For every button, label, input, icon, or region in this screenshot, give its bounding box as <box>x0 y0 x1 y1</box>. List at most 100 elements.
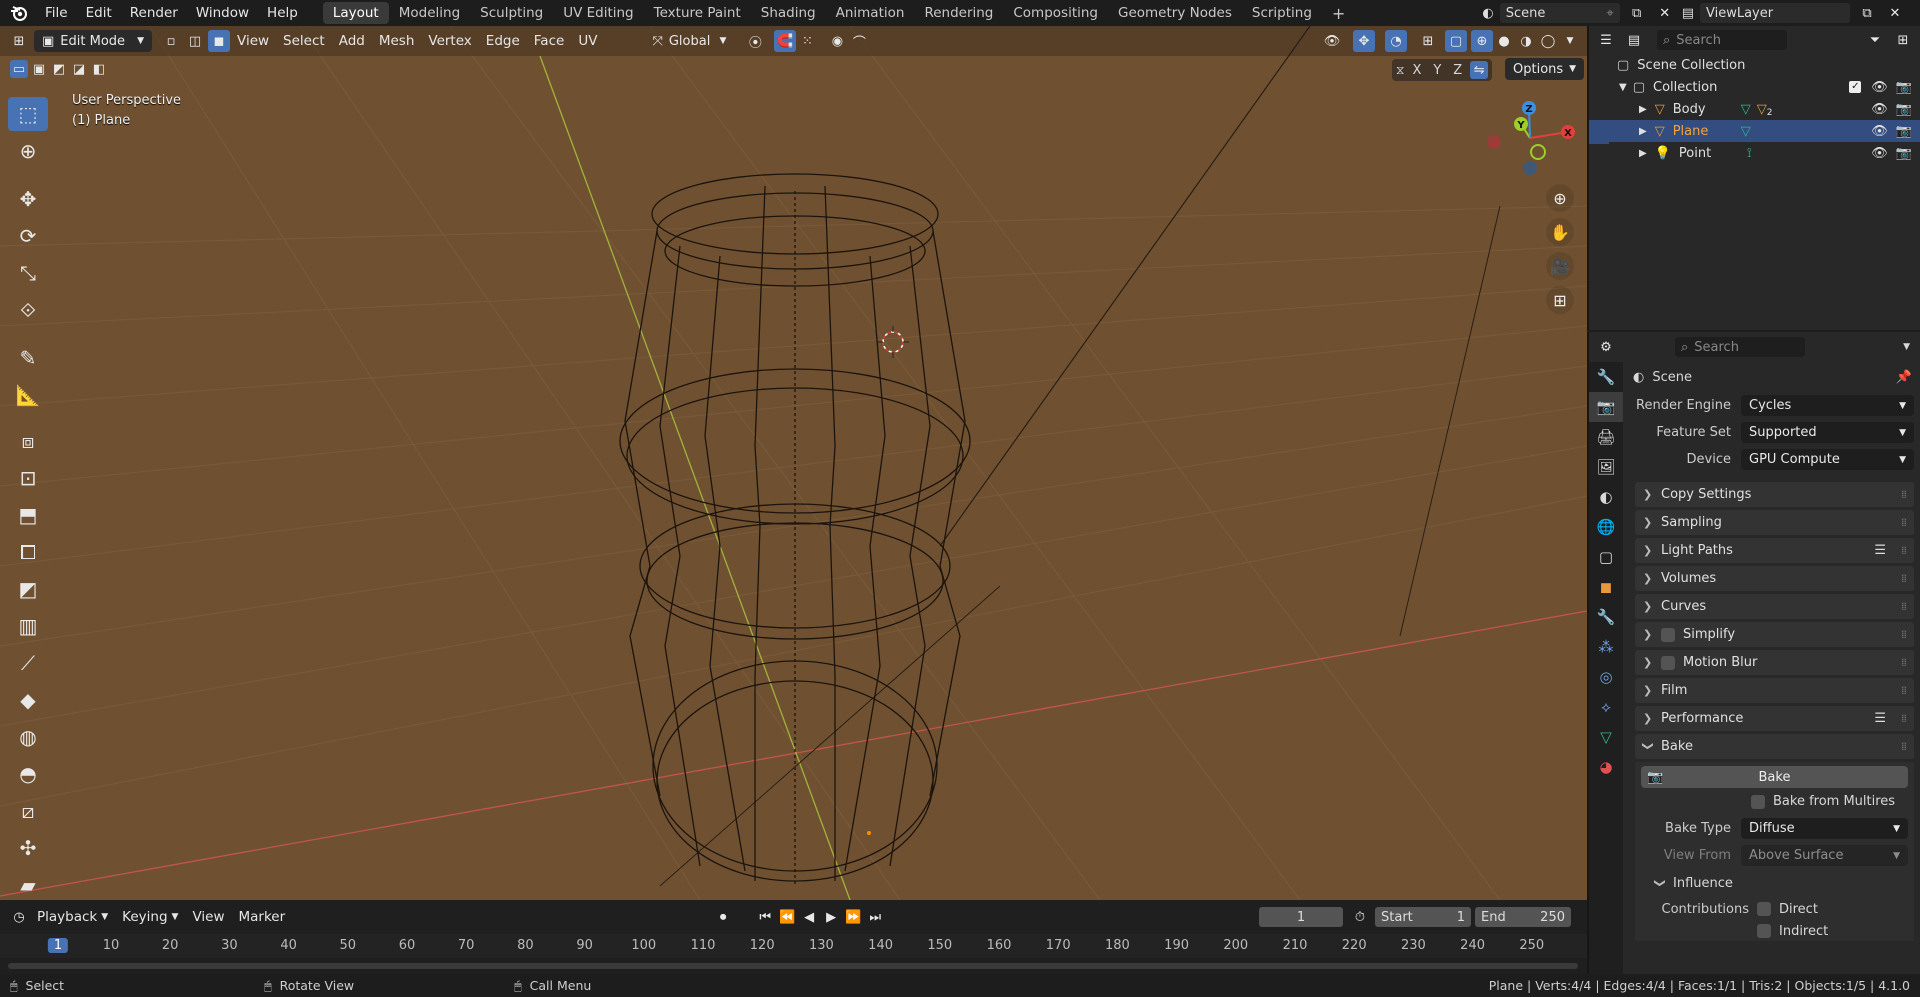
shear-tool-icon[interactable]: ▰ <box>8 868 48 900</box>
bake-button[interactable]: 📷 Bake <box>1641 766 1908 788</box>
material-tab-icon[interactable]: ◕ <box>1589 752 1623 782</box>
pan-hand-icon[interactable]: ✋ <box>1546 218 1574 246</box>
mirror-y-toggle[interactable]: Y <box>1429 63 1445 78</box>
expand-chevron-icon[interactable]: ▼ <box>1619 82 1627 93</box>
data-tab-icon[interactable]: ▽ <box>1589 722 1623 752</box>
menu-face[interactable]: Face <box>527 30 572 52</box>
view-from-dropdown[interactable]: Above Surface ▼ <box>1741 845 1908 866</box>
bake-from-multires-checkbox[interactable] <box>1751 794 1765 809</box>
add-cube-tool-icon[interactable]: ⧈ <box>8 424 48 458</box>
tool-tab-icon[interactable]: 🔧 <box>1589 362 1623 392</box>
gizmo-toggle-icon[interactable]: ✥ <box>1353 30 1375 52</box>
outliner-item-plane[interactable]: ▶ ▽ Plane ▽ 👁 📷 <box>1589 120 1920 142</box>
panel-volumes[interactable]: ❯ Volumes ⁞⁞ <box>1635 566 1914 591</box>
menu-vertex[interactable]: Vertex <box>421 30 478 52</box>
inset-tool-icon[interactable]: ⧠ <box>8 535 48 569</box>
collection-row[interactable]: ▼ ▢ Collection ✓ 👁 📷 <box>1589 76 1920 98</box>
motion-blur-checkbox[interactable] <box>1661 655 1675 670</box>
spin-tool-icon[interactable]: ◍ <box>8 720 48 754</box>
panel-simplify[interactable]: ❯ Simplify ⁞⁞ <box>1635 622 1914 647</box>
modifier-tab-icon[interactable]: 🔧 <box>1589 602 1623 632</box>
blender-logo-icon[interactable] <box>8 4 30 22</box>
auto-keying-icon[interactable]: ⏺ <box>712 906 734 928</box>
solid-shading-icon[interactable]: ● <box>1493 30 1515 52</box>
view-layer-selector[interactable]: ViewLayer <box>1700 3 1850 23</box>
select-extend-icon[interactable]: ▣ <box>30 60 48 78</box>
overlay-toggle-icon[interactable]: ◔ <box>1385 30 1407 52</box>
shrink-fatten-tool-icon[interactable]: ✣ <box>8 831 48 865</box>
delete-view-layer-icon[interactable]: ✕ <box>1884 2 1906 24</box>
navigation-gizmo[interactable]: X Y Z <box>1480 96 1580 186</box>
scene-icon[interactable]: ◐ <box>1482 6 1493 21</box>
options-dropdown[interactable]: Options ▼ <box>1505 58 1585 80</box>
editor-type-icon[interactable]: ⊞ <box>8 30 30 52</box>
properties-editor-type-icon[interactable]: ⚙ <box>1595 336 1617 358</box>
drag-handle-icon[interactable]: ⁞⁞ <box>1901 684 1907 697</box>
smooth-tool-icon[interactable]: ◓ <box>8 757 48 791</box>
menu-file[interactable]: File <box>36 5 77 21</box>
topology-mirror-icon[interactable]: ⇋ <box>1470 61 1489 79</box>
chevron-down-icon[interactable]: ▼ <box>1903 342 1910 352</box>
menu-view[interactable]: View <box>230 30 276 52</box>
new-view-layer-icon[interactable]: ⧉ <box>1856 2 1878 24</box>
expand-chevron-icon[interactable]: ▶ <box>1639 126 1647 137</box>
loop-cut-tool-icon[interactable]: ▥ <box>8 609 48 643</box>
perspective-grid-icon[interactable]: ⊞ <box>1546 286 1574 314</box>
tab-scripting[interactable]: Scripting <box>1242 2 1322 24</box>
drag-handle-icon[interactable]: ⁞⁞ <box>1901 712 1907 725</box>
collection-checkbox[interactable]: ✓ <box>1849 81 1862 93</box>
device-dropdown[interactable]: GPU Compute ▼ <box>1741 449 1914 470</box>
render-camera-icon[interactable]: 📷 <box>1896 124 1912 139</box>
object-tab-icon[interactable]: ◼ <box>1589 572 1623 602</box>
world-tab-icon[interactable]: 🌐 <box>1589 512 1623 542</box>
shading-options-icon[interactable]: ▼ <box>1559 30 1581 52</box>
visibility-eye-icon[interactable]: 👁 <box>1871 102 1888 117</box>
panel-light-paths[interactable]: ❯ Light Paths ☰ ⁞⁞ <box>1635 538 1914 563</box>
drag-handle-icon[interactable]: ⁞⁞ <box>1901 656 1907 669</box>
panel-performance[interactable]: ❯ Performance ☰ ⁞⁞ <box>1635 706 1914 731</box>
knife-tool-icon[interactable]: ⟋ <box>8 646 48 680</box>
menu-marker[interactable]: Marker <box>232 906 293 928</box>
measure-tool-icon[interactable]: 📐 <box>8 378 48 412</box>
menu-playback[interactable]: Playback ▼ <box>30 906 115 928</box>
delete-scene-icon[interactable]: ✕ <box>1654 2 1676 24</box>
collection-tab-icon[interactable]: ▢ <box>1589 542 1623 572</box>
panel-sampling[interactable]: ❯ Sampling ⁞⁞ <box>1635 510 1914 535</box>
direct-checkbox[interactable] <box>1757 902 1771 916</box>
outliner-item-body[interactable]: ▶ ▽ Body ▽ ▽ 2 👁 📷 <box>1589 98 1920 120</box>
panel-copy-settings[interactable]: ❯ Copy Settings ⁞⁞ <box>1635 482 1914 507</box>
expand-chevron-icon[interactable]: ▶ <box>1639 148 1647 159</box>
add-mesh-tool-icon[interactable]: ⊡ <box>8 461 48 495</box>
outliner-item-point[interactable]: ▶ 💡 Point ⟟ 👁 📷 <box>1589 142 1920 164</box>
menu-edge[interactable]: Edge <box>479 30 527 52</box>
menu-keying[interactable]: Keying ▼ <box>115 906 185 928</box>
camera-view-icon[interactable]: 🎥 <box>1546 252 1574 280</box>
end-frame-field[interactable]: End 250 <box>1475 907 1571 927</box>
filter-icon[interactable]: ⏷ <box>1864 29 1886 51</box>
mirror-x-toggle[interactable]: X <box>1408 63 1425 78</box>
orientation-selector[interactable]: ⤧ Global ▼ <box>644 30 734 52</box>
menu-add[interactable]: Add <box>332 30 372 52</box>
extrude-tool-icon[interactable]: ⬒ <box>8 498 48 532</box>
physics-tab-icon[interactable]: ◎ <box>1589 662 1623 692</box>
proportional-edit-icon[interactable]: ◉ <box>826 30 848 52</box>
mode-selector[interactable]: ▣ Edit Mode ▼ <box>34 30 152 52</box>
indirect-checkbox[interactable] <box>1757 924 1771 938</box>
edge-select-icon[interactable]: ◫ <box>184 30 206 52</box>
vertex-select-icon[interactable]: ▫ <box>160 30 182 52</box>
panel-motion-blur[interactable]: ❯ Motion Blur ⁞⁞ <box>1635 650 1914 675</box>
tab-sculpting[interactable]: Sculpting <box>470 2 553 24</box>
start-frame-field[interactable]: Start 1 <box>1375 907 1471 927</box>
mesh-overlay-icon[interactable]: ⊞ <box>1417 30 1439 52</box>
timeline-editor-type-icon[interactable]: ◷ <box>8 906 30 928</box>
annotate-tool-icon[interactable]: ✎ <box>8 341 48 375</box>
new-collection-icon[interactable]: ⊞ <box>1892 29 1914 51</box>
drag-handle-icon[interactable]: ⁞⁞ <box>1901 740 1907 753</box>
drag-handle-icon[interactable]: ⁞⁞ <box>1901 628 1907 641</box>
render-camera-icon[interactable]: 📷 <box>1896 102 1912 117</box>
panel-bake[interactable]: ❯ Bake ⁞⁞ <box>1635 734 1914 759</box>
face-select-icon[interactable]: ◼ <box>208 30 230 52</box>
particles-tab-icon[interactable]: ⁂ <box>1589 632 1623 662</box>
render-camera-icon[interactable]: 📷 <box>1896 80 1912 95</box>
tab-modeling[interactable]: Modeling <box>389 2 470 24</box>
